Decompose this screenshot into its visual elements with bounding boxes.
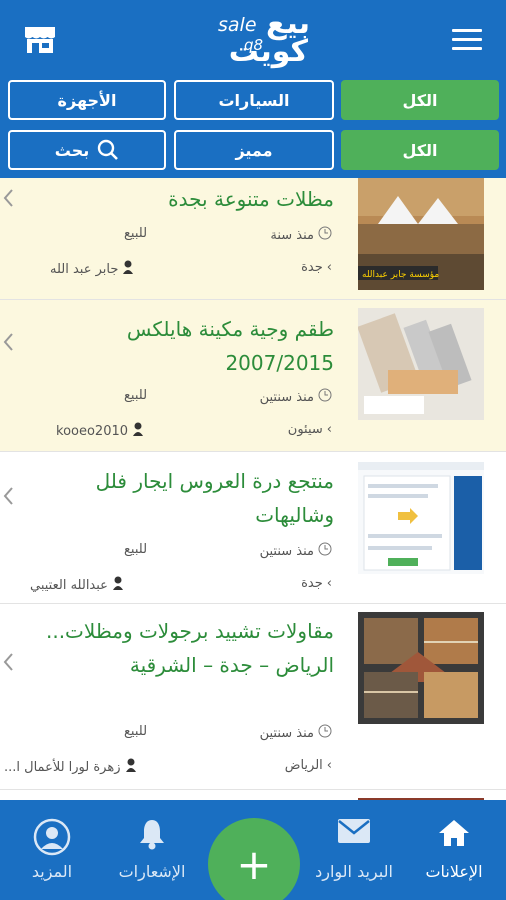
home-icon (437, 818, 471, 852)
user-icon (122, 260, 134, 278)
listing-user: عبدالله العتيبي (30, 576, 124, 594)
clock-icon (318, 724, 332, 742)
nav-notifications-label: الإشعارات (118, 862, 186, 881)
listings-list: مظلات متنوعة بجدة منذ سنة للبيع › جدة جاب… (0, 178, 506, 800)
nav-ads[interactable]: الإعلانات (404, 800, 504, 900)
nav-inbox[interactable]: البريد الوارد (304, 800, 404, 900)
listing-thumbnail (358, 612, 484, 724)
filter-cars-label: السيارات (218, 90, 290, 110)
nav-more[interactable]: المزيد (2, 800, 102, 900)
list-item[interactable]: مقاولات تشييد برجولات ومظلات... الرياض –… (0, 604, 506, 790)
add-listing-button[interactable]: + (208, 818, 300, 900)
app-header: sale q8 بيع كويت الأجهزة السيارات الكل ب… (0, 0, 506, 178)
listing-time: منذ سنتين (260, 388, 332, 406)
list-item[interactable] (0, 790, 506, 800)
clock-icon (318, 388, 332, 406)
listing-type: للبيع (124, 724, 148, 739)
plus-icon: + (236, 839, 272, 889)
filter-all-ads[interactable]: الكل (341, 130, 499, 170)
user-icon (132, 422, 144, 440)
listing-time: منذ سنة (270, 226, 332, 244)
filter-cars[interactable]: السيارات (174, 80, 334, 120)
nav-notifications[interactable]: الإشعارات (102, 800, 202, 900)
listing-title: طقم وجية مكينة هايلكس 2007/2015 (126, 317, 334, 375)
mail-icon (337, 818, 371, 848)
list-item[interactable]: طقم وجية مكينة هايلكس 2007/2015 منذ سنتي… (0, 300, 506, 452)
listing-user: جابر عبد الله (50, 260, 134, 278)
filter-all-ads-label: الكل (402, 140, 438, 160)
search-icon (97, 139, 119, 161)
top-bar: sale q8 بيع كويت (0, 0, 506, 78)
chevron-left-icon (3, 333, 13, 351)
listing-title: منتجع درة العروس ايجار فلل وشاليهات (95, 469, 334, 527)
filter-featured-label: مميز (235, 140, 273, 160)
search-button[interactable]: بحث (8, 130, 166, 170)
listing-type: للبيع (124, 226, 148, 241)
listing-thumbnail (358, 462, 484, 574)
chevron-small-icon: › (326, 260, 332, 275)
clock-icon (318, 226, 332, 244)
listing-title: مقاولات تشييد برجولات ومظلات... الرياض –… (45, 619, 334, 677)
listing-title: مظلات متنوعة بجدة (168, 187, 334, 211)
chevron-small-icon: › (326, 576, 332, 591)
chevron-left-icon (3, 189, 13, 207)
thumb-caption: مؤسسة جابر عبدالله (362, 270, 439, 280)
bell-icon (138, 818, 166, 854)
chevron-left-icon (3, 653, 13, 671)
listing-type: للبيع (124, 388, 148, 403)
nav-inbox-label: البريد الوارد (315, 862, 393, 881)
clock-icon (318, 542, 332, 560)
chevron-left-icon (3, 487, 13, 505)
logo-latin: sale (218, 14, 257, 36)
nav-ads-label: الإعلانات (425, 862, 483, 881)
listing-city: › جدة (301, 260, 332, 275)
logo-arabic-2: كويت (228, 34, 308, 69)
listing-user: kooeo2010 (56, 422, 144, 440)
listing-city: › الرياض (284, 758, 332, 773)
filter-devices-label: الأجهزة (57, 90, 117, 110)
filter-all-categories-label: الكل (402, 90, 438, 110)
listing-thumbnail (358, 308, 484, 420)
filter-all-categories[interactable]: الكل (341, 80, 499, 120)
nav-more-label: المزيد (31, 862, 73, 881)
listing-time: منذ سنتين (260, 724, 332, 742)
app-logo: sale q8 بيع كويت (214, 6, 314, 70)
user-icon (112, 576, 124, 594)
filter-devices[interactable]: الأجهزة (8, 80, 166, 120)
store-icon[interactable] (24, 26, 56, 54)
user-icon (125, 758, 137, 776)
chevron-small-icon: › (326, 422, 332, 437)
hamburger-menu-icon[interactable] (452, 29, 482, 51)
listing-user: زهرة لورا للأعمال ا... (4, 758, 137, 776)
filter-featured[interactable]: مميز (174, 130, 334, 170)
profile-icon (33, 818, 71, 860)
listing-thumbnail: مؤسسة جابر عبدالله (358, 178, 484, 290)
list-item[interactable]: مظلات متنوعة بجدة منذ سنة للبيع › جدة جاب… (0, 178, 506, 300)
search-button-label: بحث (54, 140, 90, 160)
listing-type: للبيع (124, 542, 148, 557)
list-item[interactable]: منتجع درة العروس ايجار فلل وشاليهات منذ … (0, 452, 506, 604)
listing-time: منذ سنتين (260, 542, 332, 560)
chevron-small-icon: › (326, 758, 332, 773)
listing-city: › جدة (301, 576, 332, 591)
listing-city: › سيئون (287, 422, 332, 437)
